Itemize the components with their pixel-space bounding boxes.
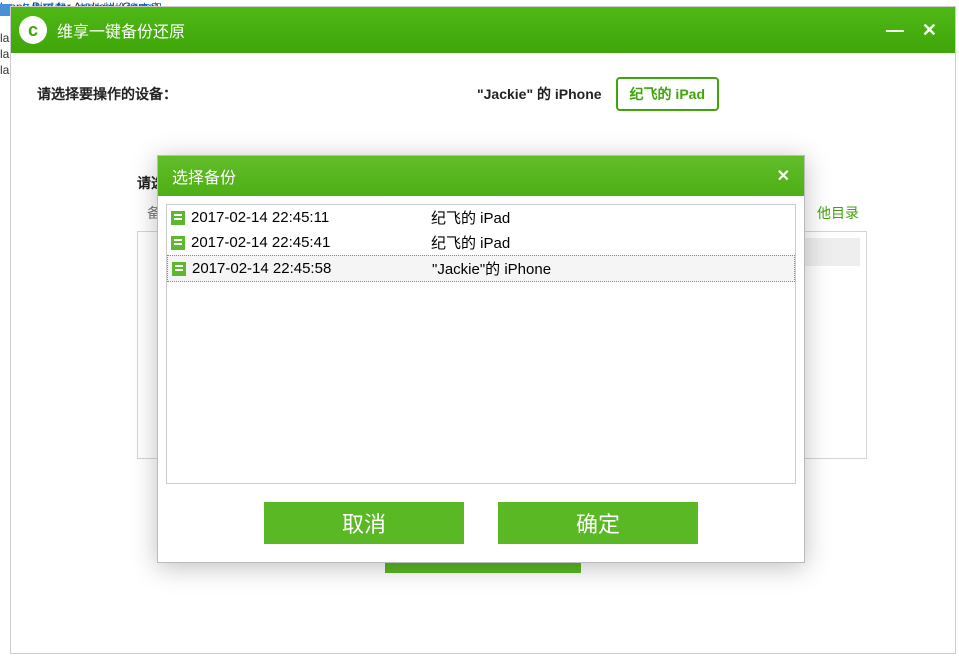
- close-button[interactable]: ✕: [922, 20, 937, 41]
- backup-list[interactable]: 2017-02-14 22:45:11纪飞的 iPad2017-02-14 22…: [166, 204, 796, 484]
- confirm-button[interactable]: 确定: [498, 502, 698, 544]
- app-logo: c: [19, 16, 47, 44]
- logo-icon: c: [28, 20, 38, 41]
- bg-partial-2: la: [0, 47, 9, 61]
- modal-header: 选择备份 ✕: [158, 156, 804, 196]
- backup-row[interactable]: 2017-02-14 22:45:11纪飞的 iPad: [167, 205, 795, 230]
- select-backup-modal: 选择备份 ✕ 2017-02-14 22:45:11纪飞的 iPad2017-0…: [157, 155, 805, 563]
- bg-partial-1: la: [0, 31, 9, 45]
- titlebar: c 维享一键备份还原 — ✕: [11, 7, 955, 53]
- backup-row[interactable]: 2017-02-14 22:45:58"Jackie"的 iPhone: [167, 255, 795, 282]
- document-icon: [171, 236, 185, 250]
- backup-device: 纪飞的 iPad: [431, 207, 791, 228]
- backup-time: 2017-02-14 22:45:11: [191, 209, 431, 226]
- modal-title: 选择备份: [172, 164, 236, 188]
- device-option-iphone[interactable]: "Jackie" 的 iPhone: [477, 78, 602, 110]
- window-title: 维享一键备份还原: [57, 18, 886, 42]
- device-selector-row: 请选择要操作的设备： "Jackie" 的 iPhone 纪飞的 iPad: [37, 53, 929, 129]
- device-label: 请选择要操作的设备：: [37, 84, 177, 104]
- backup-device: "Jackie"的 iPhone: [432, 258, 790, 279]
- backup-time: 2017-02-14 22:45:41: [191, 234, 431, 251]
- cancel-button[interactable]: 取消: [264, 502, 464, 544]
- other-dir-link[interactable]: 他目录: [817, 203, 859, 223]
- backup-time: 2017-02-14 22:45:58: [192, 260, 432, 277]
- main-window: c 维享一键备份还原 — ✕ 请选择要操作的设备： "Jackie" 的 iPh…: [10, 6, 956, 654]
- modal-close-button[interactable]: ✕: [777, 166, 790, 186]
- backup-row[interactable]: 2017-02-14 22:45:41纪飞的 iPad: [167, 230, 795, 255]
- backup-device: 纪飞的 iPad: [431, 232, 791, 253]
- document-icon: [171, 211, 185, 225]
- bg-partial-3: la: [0, 63, 9, 77]
- device-option-ipad[interactable]: 纪飞的 iPad: [616, 77, 719, 111]
- main-body: 请选择要操作的设备： "Jackie" 的 iPhone 纪飞的 iPad 请选…: [11, 53, 955, 653]
- minimize-button[interactable]: —: [886, 20, 904, 41]
- document-icon: [172, 262, 186, 276]
